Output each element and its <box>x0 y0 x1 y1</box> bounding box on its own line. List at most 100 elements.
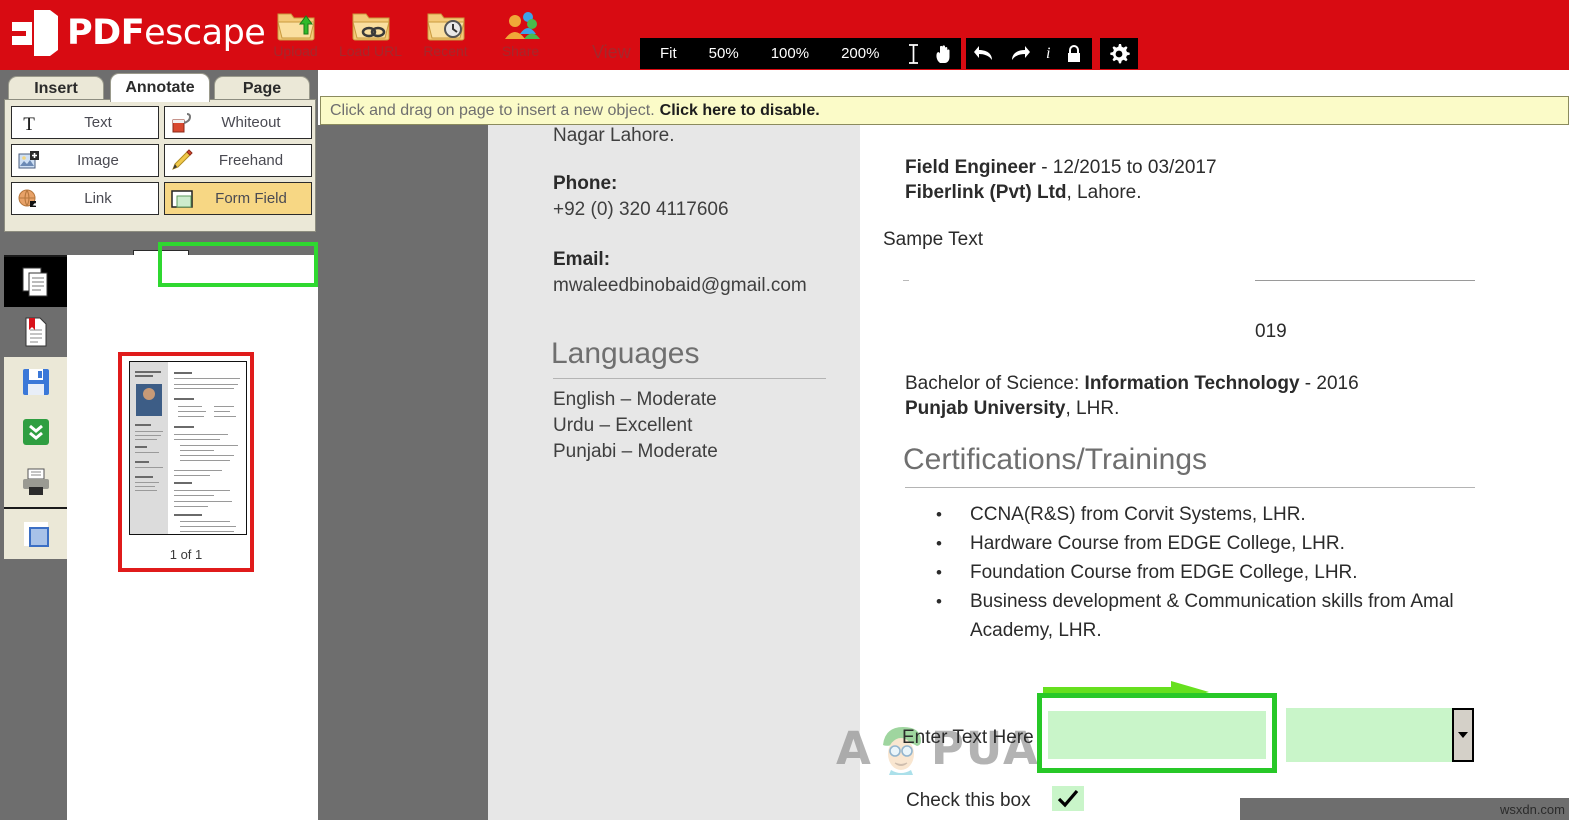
checkbox-form-field[interactable] <box>1052 786 1084 811</box>
degree-year: - 2016 <box>1299 373 1359 394</box>
annotate-toolbox: T Text Whiteout Image Freehand Link Form… <box>4 99 316 271</box>
strip-save-disk-icon[interactable] <box>4 357 67 407</box>
strip-print-icon[interactable] <box>4 457 67 507</box>
thumbnail-photo <box>136 384 162 416</box>
certifications-heading: Certifications/Trainings <box>903 443 1207 476</box>
redo-icon[interactable] <box>1008 44 1030 64</box>
stray-rule-line <box>1255 280 1475 281</box>
phone-value: +92 (0) 320 4117606 <box>553 199 729 220</box>
recent-label: Recent <box>423 43 468 59</box>
info-lock-group: i <box>1036 38 1093 69</box>
tool-image-label: Image <box>77 152 119 169</box>
thumbnail-caption: 1 of 1 <box>169 547 203 562</box>
upload-label: Upload <box>273 43 318 59</box>
degree-prefix: Bachelor of Science: <box>905 373 1085 394</box>
zoom-50-button[interactable]: 50% <box>693 38 755 69</box>
language-item: Urdu – Excellent <box>553 415 693 436</box>
toolbar-actions: Upload Load URL Recent Share <box>258 6 558 59</box>
app-logo[interactable]: PDFescape <box>8 8 266 58</box>
checkbox-label: Check this box <box>906 790 1031 811</box>
strip-pages-icon[interactable] <box>4 257 67 307</box>
tool-freehand-button[interactable]: Freehand <box>164 144 312 177</box>
certification-item: Foundation Course from EDGE College, LHR… <box>936 558 1516 587</box>
settings-group <box>1100 38 1138 69</box>
university-city: , LHR. <box>1065 398 1120 419</box>
lock-icon[interactable] <box>1066 44 1082 64</box>
strip-properties-icon[interactable] <box>4 509 67 559</box>
share-people-icon <box>483 8 558 42</box>
form-field-icon <box>165 187 199 211</box>
info-icon[interactable]: i <box>1046 45 1050 63</box>
document-viewport[interactable]: Nagar Lahore. Phone: +92 (0) 320 4117606… <box>318 125 1569 826</box>
share-button[interactable]: Share <box>483 6 558 59</box>
hand-pointer-icon[interactable] <box>933 43 953 65</box>
company-line: Fiberlink (Pvt) Ltd, Lahore. <box>905 182 1142 204</box>
recent-button[interactable]: Recent <box>408 6 483 59</box>
thumbnail-selected[interactable]: 1 of 1 <box>118 352 254 572</box>
phone-label: Phone: <box>553 173 618 194</box>
stray-number-object[interactable]: 019 <box>1255 321 1287 343</box>
tool-link-label: Link <box>84 190 112 207</box>
tool-freehand-label: Freehand <box>218 152 284 169</box>
strip-bookmark-page-icon[interactable] <box>4 307 67 357</box>
job-title: Field Engineer <box>905 157 1036 178</box>
undo-icon[interactable] <box>974 44 996 64</box>
bottom-gray-strip: wsxdn.com <box>1240 798 1569 820</box>
tool-whiteout-label: Whiteout <box>221 114 281 131</box>
university-name: Punjab University <box>905 398 1066 419</box>
email-value: mwaleedbinobaid@gmail.com <box>553 275 807 296</box>
upload-button[interactable]: Upload <box>258 6 333 59</box>
top-toolbar: PDFescape Upload Load URL Recent Share V… <box>0 0 1569 70</box>
degree-line: Bachelor of Science: Information Technol… <box>905 373 1359 395</box>
certification-item: CCNA(R&S) from Corvit Systems, LHR. <box>936 500 1516 529</box>
tab-annotate[interactable]: Annotate <box>110 73 210 102</box>
certification-item: Hardware Course from EDGE College, LHR. <box>936 529 1516 558</box>
brand-name: PDFescape <box>67 13 266 53</box>
watermark-lead-letter: A <box>836 722 873 775</box>
university-line: Punjab University, LHR. <box>905 398 1119 420</box>
thumbnail-page-preview <box>129 361 247 535</box>
tool-text-button[interactable]: T Text <box>11 106 159 139</box>
undo-redo-group <box>966 38 1038 69</box>
strip-download-icon[interactable] <box>4 407 67 457</box>
pencil-icon <box>165 148 199 173</box>
gear-icon[interactable] <box>1108 43 1130 65</box>
language-item: English – Moderate <box>553 389 717 410</box>
bottom-white-edge <box>0 820 1569 826</box>
stray-tick-mark <box>903 280 909 281</box>
tool-form-field-label: Form Field <box>215 190 287 207</box>
strip-properties-group <box>4 509 67 559</box>
job-dates: - 12/2015 to 03/2017 <box>1035 157 1217 178</box>
job-title-line: Field Engineer - 12/2015 to 03/2017 <box>905 157 1217 179</box>
certifications-list: CCNA(R&S) from Corvit Systems, LHR. Hard… <box>936 500 1516 645</box>
zoom-fit-button[interactable]: Fit <box>644 38 693 69</box>
company-name: Fiberlink (Pvt) Ltd <box>905 182 1067 203</box>
degree-major: Information Technology <box>1084 373 1300 394</box>
panel-tabs: Insert Annotate Page <box>0 73 318 102</box>
checkmark-icon <box>1057 789 1079 807</box>
link-globe-icon <box>12 187 46 211</box>
sample-text-object[interactable]: Sampe Text <box>883 229 983 251</box>
dropdown-form-field[interactable] <box>1286 708 1474 762</box>
tool-image-button[interactable]: Image <box>11 144 159 177</box>
folder-upload-icon <box>258 8 333 42</box>
annotate-tool-grid: T Text Whiteout Image Freehand Link Form… <box>11 106 312 215</box>
dropdown-arrow-icon[interactable] <box>1452 708 1474 762</box>
tool-link-button[interactable]: Link <box>11 182 159 215</box>
zoom-100-button[interactable]: 100% <box>755 38 825 69</box>
text-form-field[interactable] <box>1048 711 1266 759</box>
notice-disable-link[interactable]: Click here to disable. <box>660 102 820 120</box>
text-cursor-icon[interactable] <box>906 43 921 65</box>
pdfescape-logo-icon <box>12 10 58 56</box>
certifications-rule <box>905 487 1475 488</box>
load-url-button[interactable]: Load URL <box>333 6 408 59</box>
zoom-200-button[interactable]: 200% <box>825 38 895 69</box>
tool-whiteout-button[interactable]: Whiteout <box>164 106 312 139</box>
text-field-label: Enter Text Here <box>902 727 1034 748</box>
insert-notice-bar: Click and drag on page to insert a new o… <box>320 96 1569 125</box>
pdf-page[interactable]: Nagar Lahore. Phone: +92 (0) 320 4117606… <box>488 125 1569 826</box>
tool-form-field-button[interactable]: Form Field <box>164 182 312 215</box>
folder-link-icon <box>333 8 408 42</box>
thumbnail-pane: 1 of 1 <box>67 255 318 826</box>
brand-suffix: escape <box>144 13 266 53</box>
